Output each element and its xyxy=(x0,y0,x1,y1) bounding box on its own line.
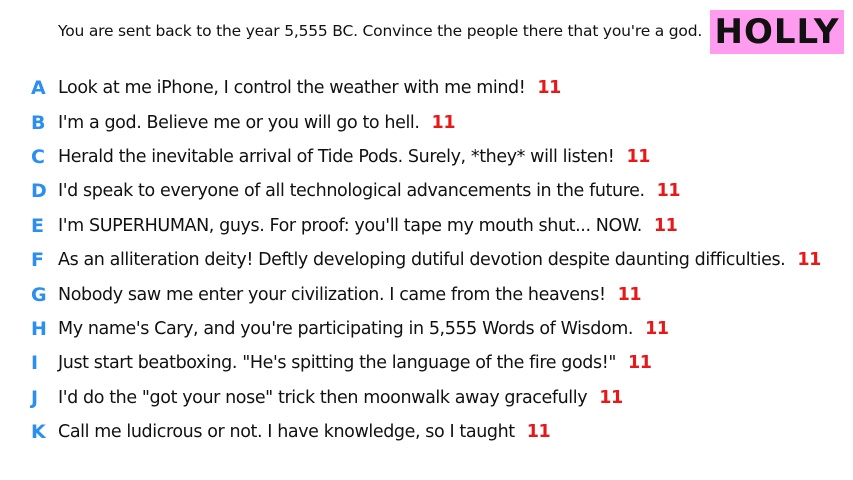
response-content: Call me ludicrous or not. I have knowled… xyxy=(58,422,551,443)
response-text: Just start beatboxing. "He's spitting th… xyxy=(58,353,617,374)
response-letter: K xyxy=(31,421,46,444)
response-row: C Herald the inevitable arrival of Tide … xyxy=(0,140,853,174)
response-score: 11 xyxy=(653,215,678,236)
response-letter: A xyxy=(31,77,46,100)
response-content: I'm SUPERHUMAN, guys. For proof: you'll … xyxy=(58,215,678,236)
response-row: G Nobody saw me enter your civilization.… xyxy=(0,277,853,311)
response-text: I'd do the "got your nose" trick then mo… xyxy=(58,387,588,408)
response-content: I'd speak to everyone of all technologic… xyxy=(58,181,681,202)
response-row: F As an alliteration deity! Deftly devel… xyxy=(0,243,853,277)
response-letter: D xyxy=(31,180,47,203)
response-row: K Call me ludicrous or not. I have knowl… xyxy=(0,415,853,449)
response-score: 11 xyxy=(617,284,642,305)
response-letter: H xyxy=(31,317,47,340)
response-list: A Look at me iPhone, I control the weath… xyxy=(0,71,853,449)
response-content: I'd do the "got your nose" trick then mo… xyxy=(58,388,623,408)
response-row: B I'm a god. Believe me or you will go t… xyxy=(0,105,853,139)
response-row: D I'd speak to everyone of all technolog… xyxy=(0,174,853,208)
response-text: My name's Cary, and you're participating… xyxy=(58,318,634,339)
response-letter: J xyxy=(31,386,39,409)
response-letter: G xyxy=(31,283,47,306)
response-score: 11 xyxy=(628,353,652,374)
response-content: My name's Cary, and you're participating… xyxy=(58,319,669,339)
response-text: Look at me iPhone, I control the weather… xyxy=(58,78,526,99)
response-score: 11 xyxy=(626,146,650,167)
response-content: Look at me iPhone, I control the weather… xyxy=(58,78,561,98)
response-text: As an alliteration deity! Deftly develop… xyxy=(58,250,786,271)
response-content: I'm a god. Believe me or you will go to … xyxy=(58,112,456,133)
response-row: A Look at me iPhone, I control the weath… xyxy=(0,71,853,105)
response-letter: C xyxy=(31,145,45,168)
player-name-badge: HOLLY xyxy=(710,10,844,54)
response-text: I'd speak to everyone of all technologic… xyxy=(58,181,645,202)
response-row: E I'm SUPERHUMAN, guys. For proof: you'l… xyxy=(0,209,853,243)
response-score: 11 xyxy=(797,250,821,271)
response-row: H My name's Cary, and you're participati… xyxy=(0,312,853,346)
response-score: 11 xyxy=(537,78,561,99)
response-content: Nobody saw me enter your civilization. I… xyxy=(58,284,642,305)
response-letter: I xyxy=(31,352,39,375)
response-text: I'm a god. Believe me or you will go to … xyxy=(58,112,420,133)
response-score: 11 xyxy=(526,422,551,443)
response-text: Nobody saw me enter your civilization. I… xyxy=(58,284,606,305)
response-score: 11 xyxy=(656,181,681,202)
response-score: 11 xyxy=(599,387,623,408)
response-row: I Just start beatboxing. "He's spitting … xyxy=(0,346,853,380)
response-content: As an alliteration deity! Deftly develop… xyxy=(58,250,821,270)
response-letter: F xyxy=(31,249,44,272)
response-row: J I'd do the "got your nose" trick then … xyxy=(0,381,853,415)
response-score: 11 xyxy=(645,318,669,339)
response-letter: E xyxy=(31,214,44,237)
player-name: HOLLY xyxy=(714,12,840,52)
response-content: Just start beatboxing. "He's spitting th… xyxy=(58,353,652,373)
prompt-text: You are sent back to the year 5,555 BC. … xyxy=(58,22,703,40)
response-text: Herald the inevitable arrival of Tide Po… xyxy=(58,146,615,167)
response-score: 11 xyxy=(431,112,456,133)
response-text: I'm SUPERHUMAN, guys. For proof: you'll … xyxy=(58,215,642,236)
response-text: Call me ludicrous or not. I have knowled… xyxy=(58,422,515,443)
response-letter: B xyxy=(31,111,46,134)
response-content: Herald the inevitable arrival of Tide Po… xyxy=(58,147,650,167)
